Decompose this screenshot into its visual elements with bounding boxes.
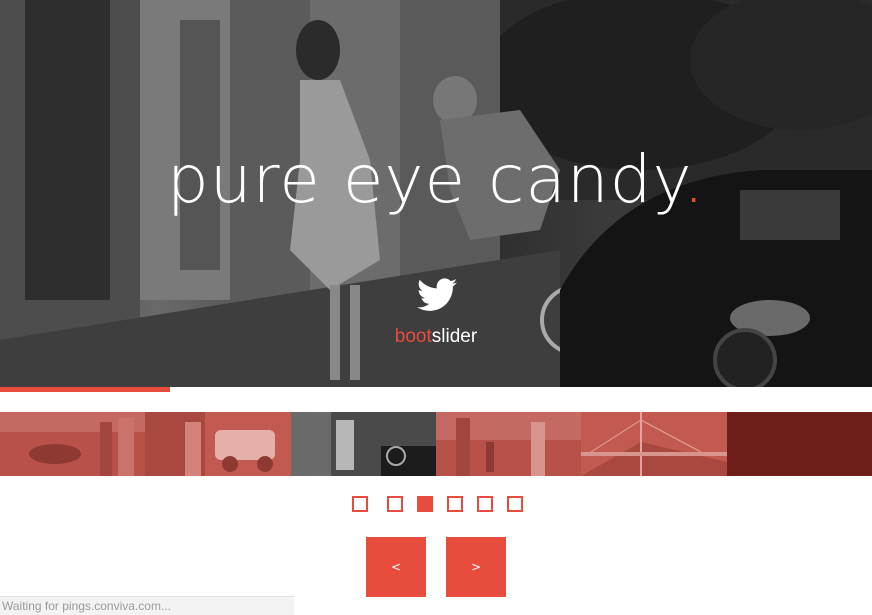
slide-dot-6[interactable] xyxy=(507,496,523,512)
thumbnail-strip xyxy=(0,412,872,476)
thumbnail-5[interactable] xyxy=(581,412,727,476)
next-slide-button[interactable]: > xyxy=(446,537,506,597)
slide-progress-fill xyxy=(0,387,171,392)
brand-logo: bootslider xyxy=(0,326,872,348)
thumbnail-3[interactable] xyxy=(290,412,436,476)
browser-status-bar: Waiting for pings.conviva.com... xyxy=(0,596,294,615)
slide-progress-track xyxy=(0,387,872,392)
brand-accent: boot xyxy=(394,326,432,347)
slide-dot-2[interactable] xyxy=(387,496,403,512)
slide-dot-5[interactable] xyxy=(477,496,493,512)
slide-dot-1[interactable] xyxy=(352,496,368,512)
thumbnail-1[interactable] xyxy=(0,412,146,476)
slide-pagination xyxy=(0,496,872,516)
brand-rest: slider xyxy=(431,326,478,347)
thumbnail-4[interactable] xyxy=(435,412,582,476)
thumbnail-6[interactable] xyxy=(726,412,872,476)
thumbnail-2[interactable] xyxy=(145,412,291,476)
hero-title-dot: . xyxy=(683,141,706,218)
hero-slide: pure eye candy. bootslider xyxy=(0,0,872,387)
twitter-bird-icon[interactable] xyxy=(417,278,457,312)
prev-slide-button[interactable]: < xyxy=(366,537,426,597)
hero-title: pure eye candy. xyxy=(0,140,872,220)
hero-title-text: pure eye candy xyxy=(166,141,684,218)
slide-dot-3[interactable] xyxy=(417,496,433,512)
slide-dot-4[interactable] xyxy=(447,496,463,512)
